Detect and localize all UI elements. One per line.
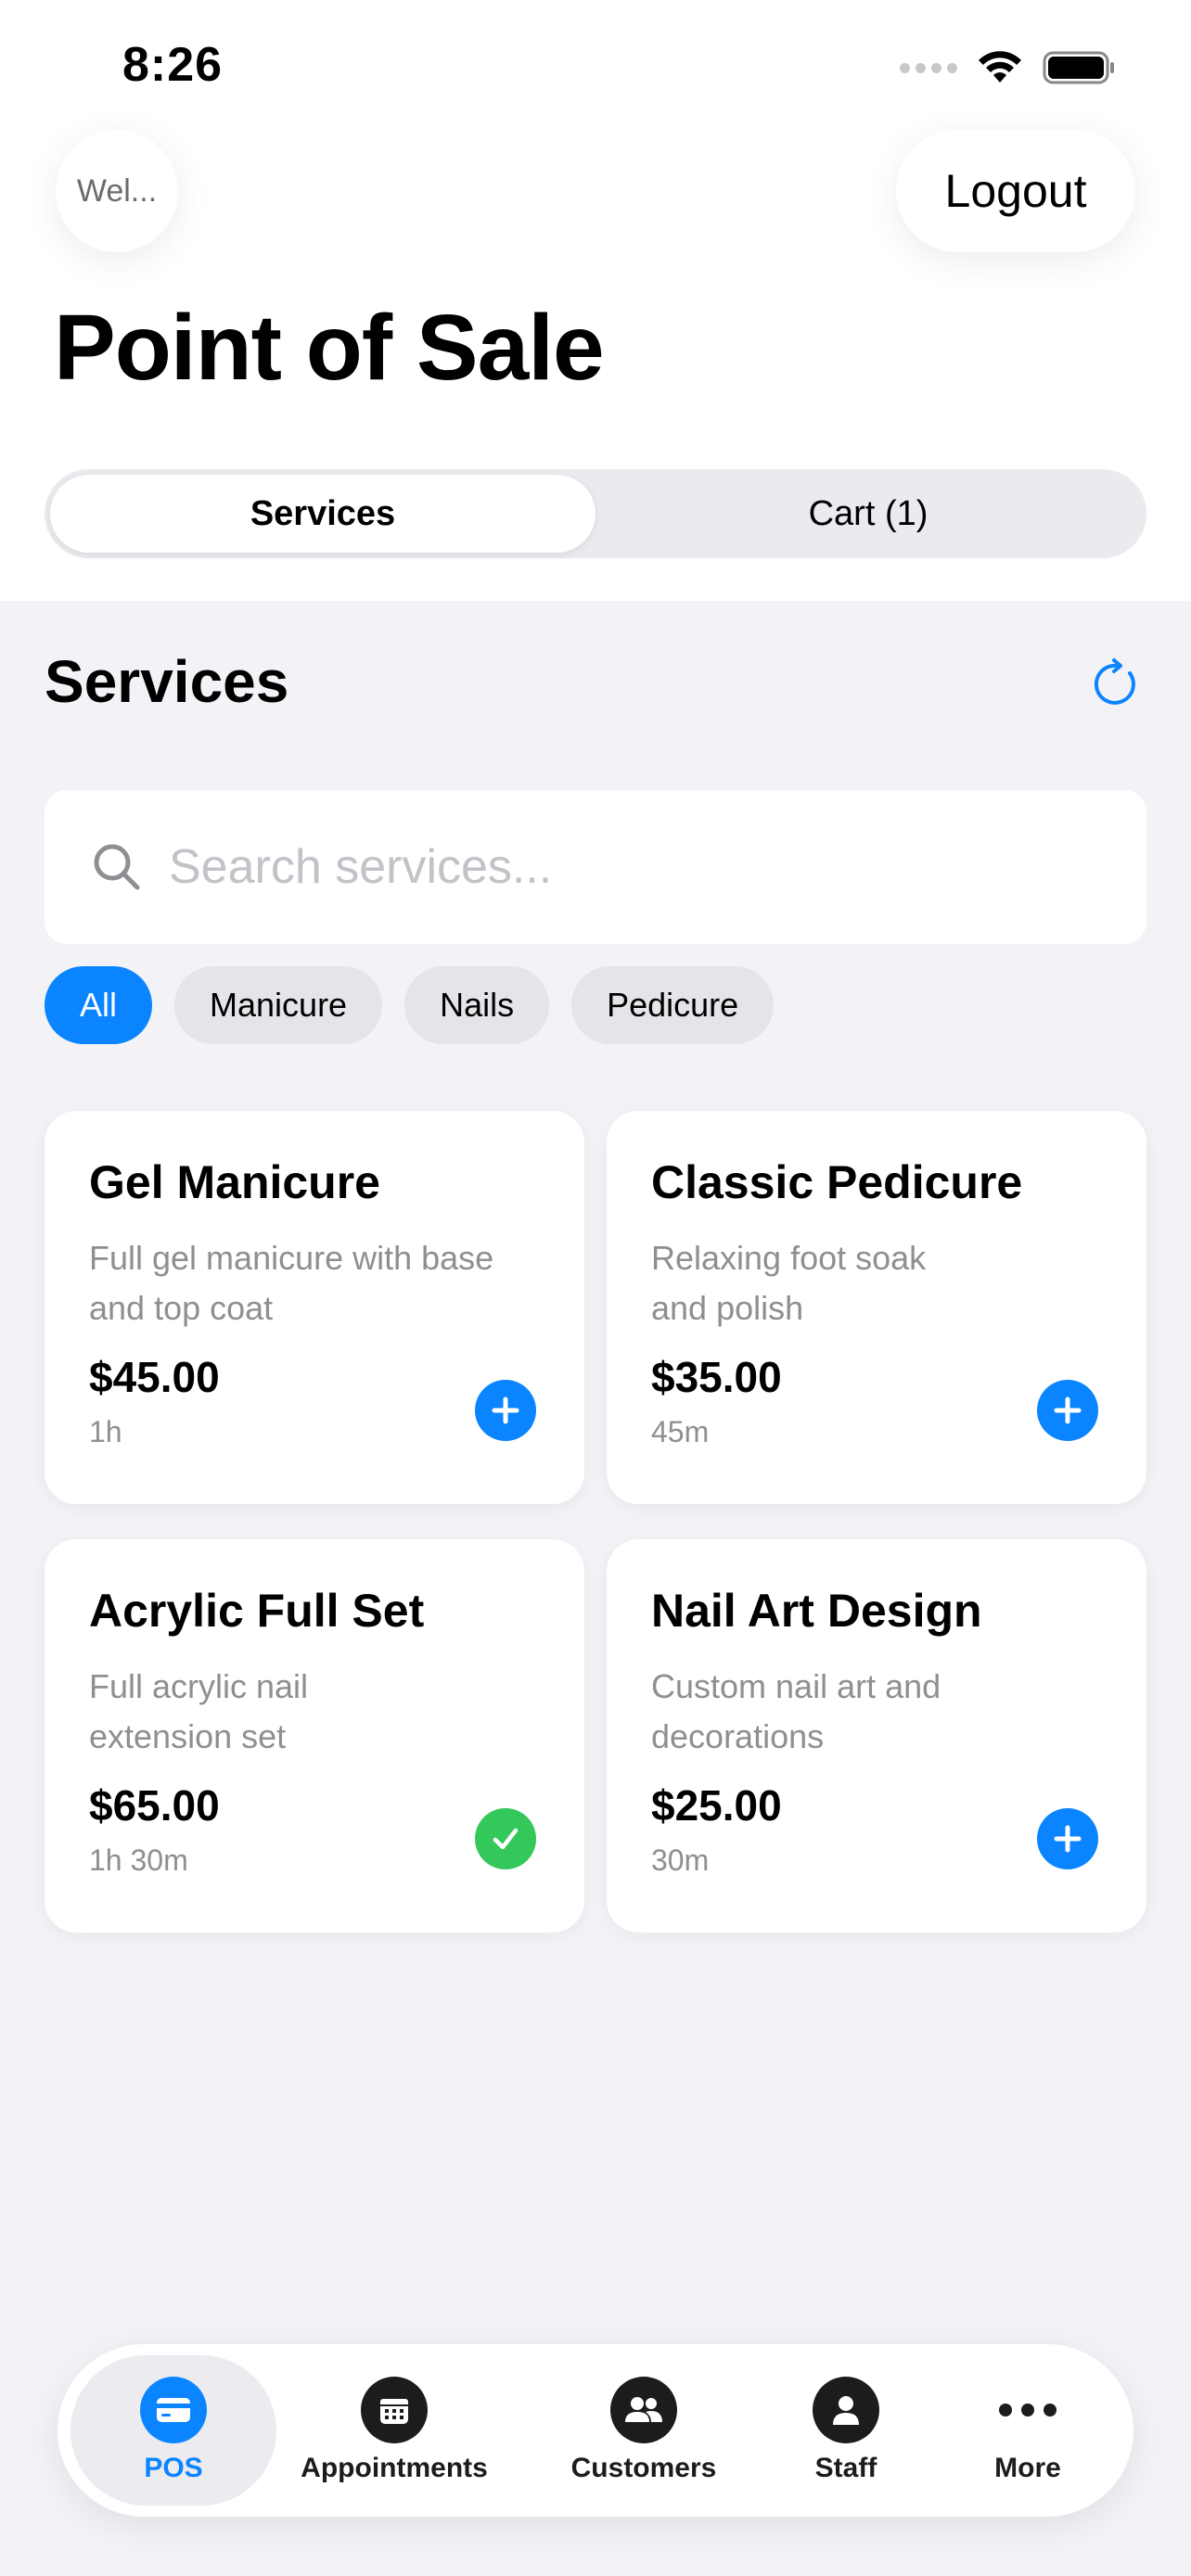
service-price: $25.00 (651, 1781, 782, 1830)
in-cart-button[interactable] (475, 1808, 536, 1869)
service-title: Acrylic Full Set (89, 1585, 425, 1637)
cellular-signal-icon (900, 62, 957, 73)
service-duration: 1h (89, 1415, 122, 1448)
tab-bar: POS Appointments Customers Staff More (58, 2344, 1133, 2517)
status-indicators (900, 45, 1117, 91)
people-icon (610, 2377, 677, 2443)
calendar-icon (361, 2377, 428, 2443)
checkmark-icon (493, 1828, 519, 1850)
tab-label: More (994, 2453, 1061, 2483)
wifi-icon (976, 49, 1024, 86)
filter-chip-pedicure[interactable]: Pedicure (571, 966, 775, 1044)
service-description: Full acrylic nail extension set (89, 1667, 309, 1755)
service-price: $45.00 (89, 1353, 220, 1401)
plus-icon (492, 1396, 519, 1424)
tab-label: Staff (814, 2453, 877, 2483)
status-time: 8:26 (122, 38, 224, 92)
battery-icon (1043, 49, 1117, 86)
service-title: Gel Manicure (89, 1156, 380, 1208)
service-card[interactable]: Classic Pedicure Relaxing foot soak and … (607, 1111, 1146, 1504)
add-to-cart-button[interactable] (475, 1380, 536, 1441)
search-icon (94, 844, 140, 890)
service-duration: 45m (651, 1415, 710, 1448)
add-to-cart-button[interactable] (1037, 1380, 1098, 1441)
service-duration: 1h 30m (89, 1843, 188, 1877)
tab-appointments[interactable]: Appointments (289, 2355, 499, 2506)
filter-chip-manicure[interactable]: Manicure (174, 966, 383, 1044)
tab-pos[interactable]: POS (70, 2355, 276, 2506)
filter-chip-nails[interactable]: Nails (404, 966, 550, 1044)
service-duration: 30m (651, 1843, 710, 1877)
service-description: Full gel manicure with base and top coat (89, 1239, 494, 1327)
section-title: Services (45, 648, 289, 715)
search-bar (45, 790, 1146, 944)
tab-customers[interactable]: Customers (549, 2355, 738, 2506)
service-price: $65.00 (89, 1781, 220, 1830)
segment-cart[interactable]: Cart (1) (596, 475, 1141, 553)
add-to-cart-button[interactable] (1037, 1808, 1098, 1869)
plus-icon (1054, 1396, 1082, 1424)
tab-label: POS (144, 2453, 203, 2483)
category-filters: All Manicure Nails Pedicure (45, 966, 775, 1044)
services-grid: Gel Manicure Full gel manicure with base… (45, 1111, 1146, 1932)
plus-icon (1054, 1825, 1082, 1853)
segmented-control: Services Cart (1) (45, 469, 1146, 558)
ellipsis-icon (999, 2377, 1057, 2443)
service-description: Relaxing foot soak and polish (651, 1239, 927, 1327)
tab-more[interactable]: More (954, 2355, 1102, 2506)
service-price: $35.00 (651, 1353, 782, 1401)
welcome-button[interactable]: Wel... (56, 130, 178, 252)
filter-chip-all[interactable]: All (45, 966, 153, 1044)
tab-staff[interactable]: Staff (772, 2355, 920, 2506)
segment-services[interactable]: Services (50, 475, 596, 553)
person-icon (813, 2377, 879, 2443)
service-card[interactable]: Acrylic Full Set Full acrylic nail exten… (45, 1539, 584, 1932)
service-title: Classic Pedicure (651, 1156, 1023, 1208)
service-card[interactable]: Nail Art Design Custom nail art and deco… (607, 1539, 1146, 1932)
card-icon (140, 2377, 207, 2443)
tab-label: Customers (570, 2453, 717, 2483)
service-description: Custom nail art and decorations (651, 1667, 941, 1755)
service-card[interactable]: Gel Manicure Full gel manicure with base… (45, 1111, 584, 1504)
page-title: Point of Sale (54, 296, 605, 400)
refresh-icon[interactable] (1089, 657, 1145, 712)
logout-button[interactable]: Logout (896, 130, 1135, 252)
service-title: Nail Art Design (651, 1585, 982, 1637)
search-input[interactable] (169, 839, 1004, 895)
tab-label: Appointments (301, 2453, 488, 2483)
